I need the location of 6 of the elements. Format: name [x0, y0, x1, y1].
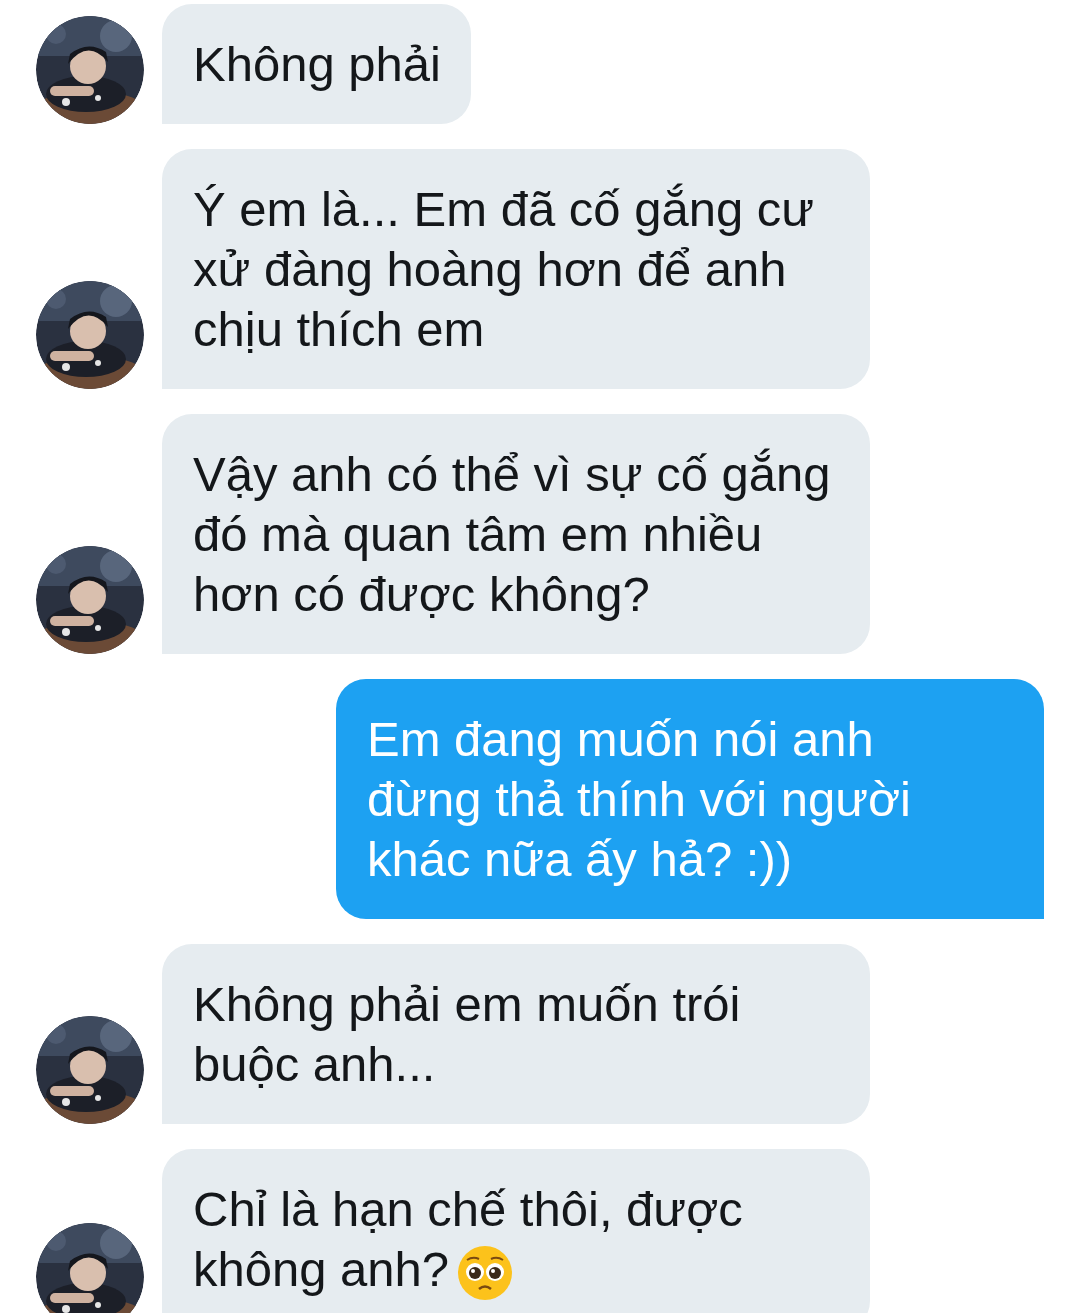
- received-message-bubble: Vậy anh có thể vì sự cố gắng đó mà quan tâm em nhiều hơn có được không?: [162, 414, 870, 654]
- received-message-bubble: Chỉ là hạn chế thôi, được không anh?: [162, 1149, 870, 1313]
- received-message-bubble: Không phải em muốn trói buộc anh...: [162, 944, 870, 1124]
- received-message-bubble: Không phải: [162, 4, 471, 124]
- sent-message-bubble: Em đang muốn nói anh đừng thả thính với người khác nữa ấy hả? :)): [336, 679, 1044, 919]
- received-message-bubble: Ý em là... Em đã cố gắng cư xử đàng hoàng hơn để anh chịu thích em: [162, 149, 870, 389]
